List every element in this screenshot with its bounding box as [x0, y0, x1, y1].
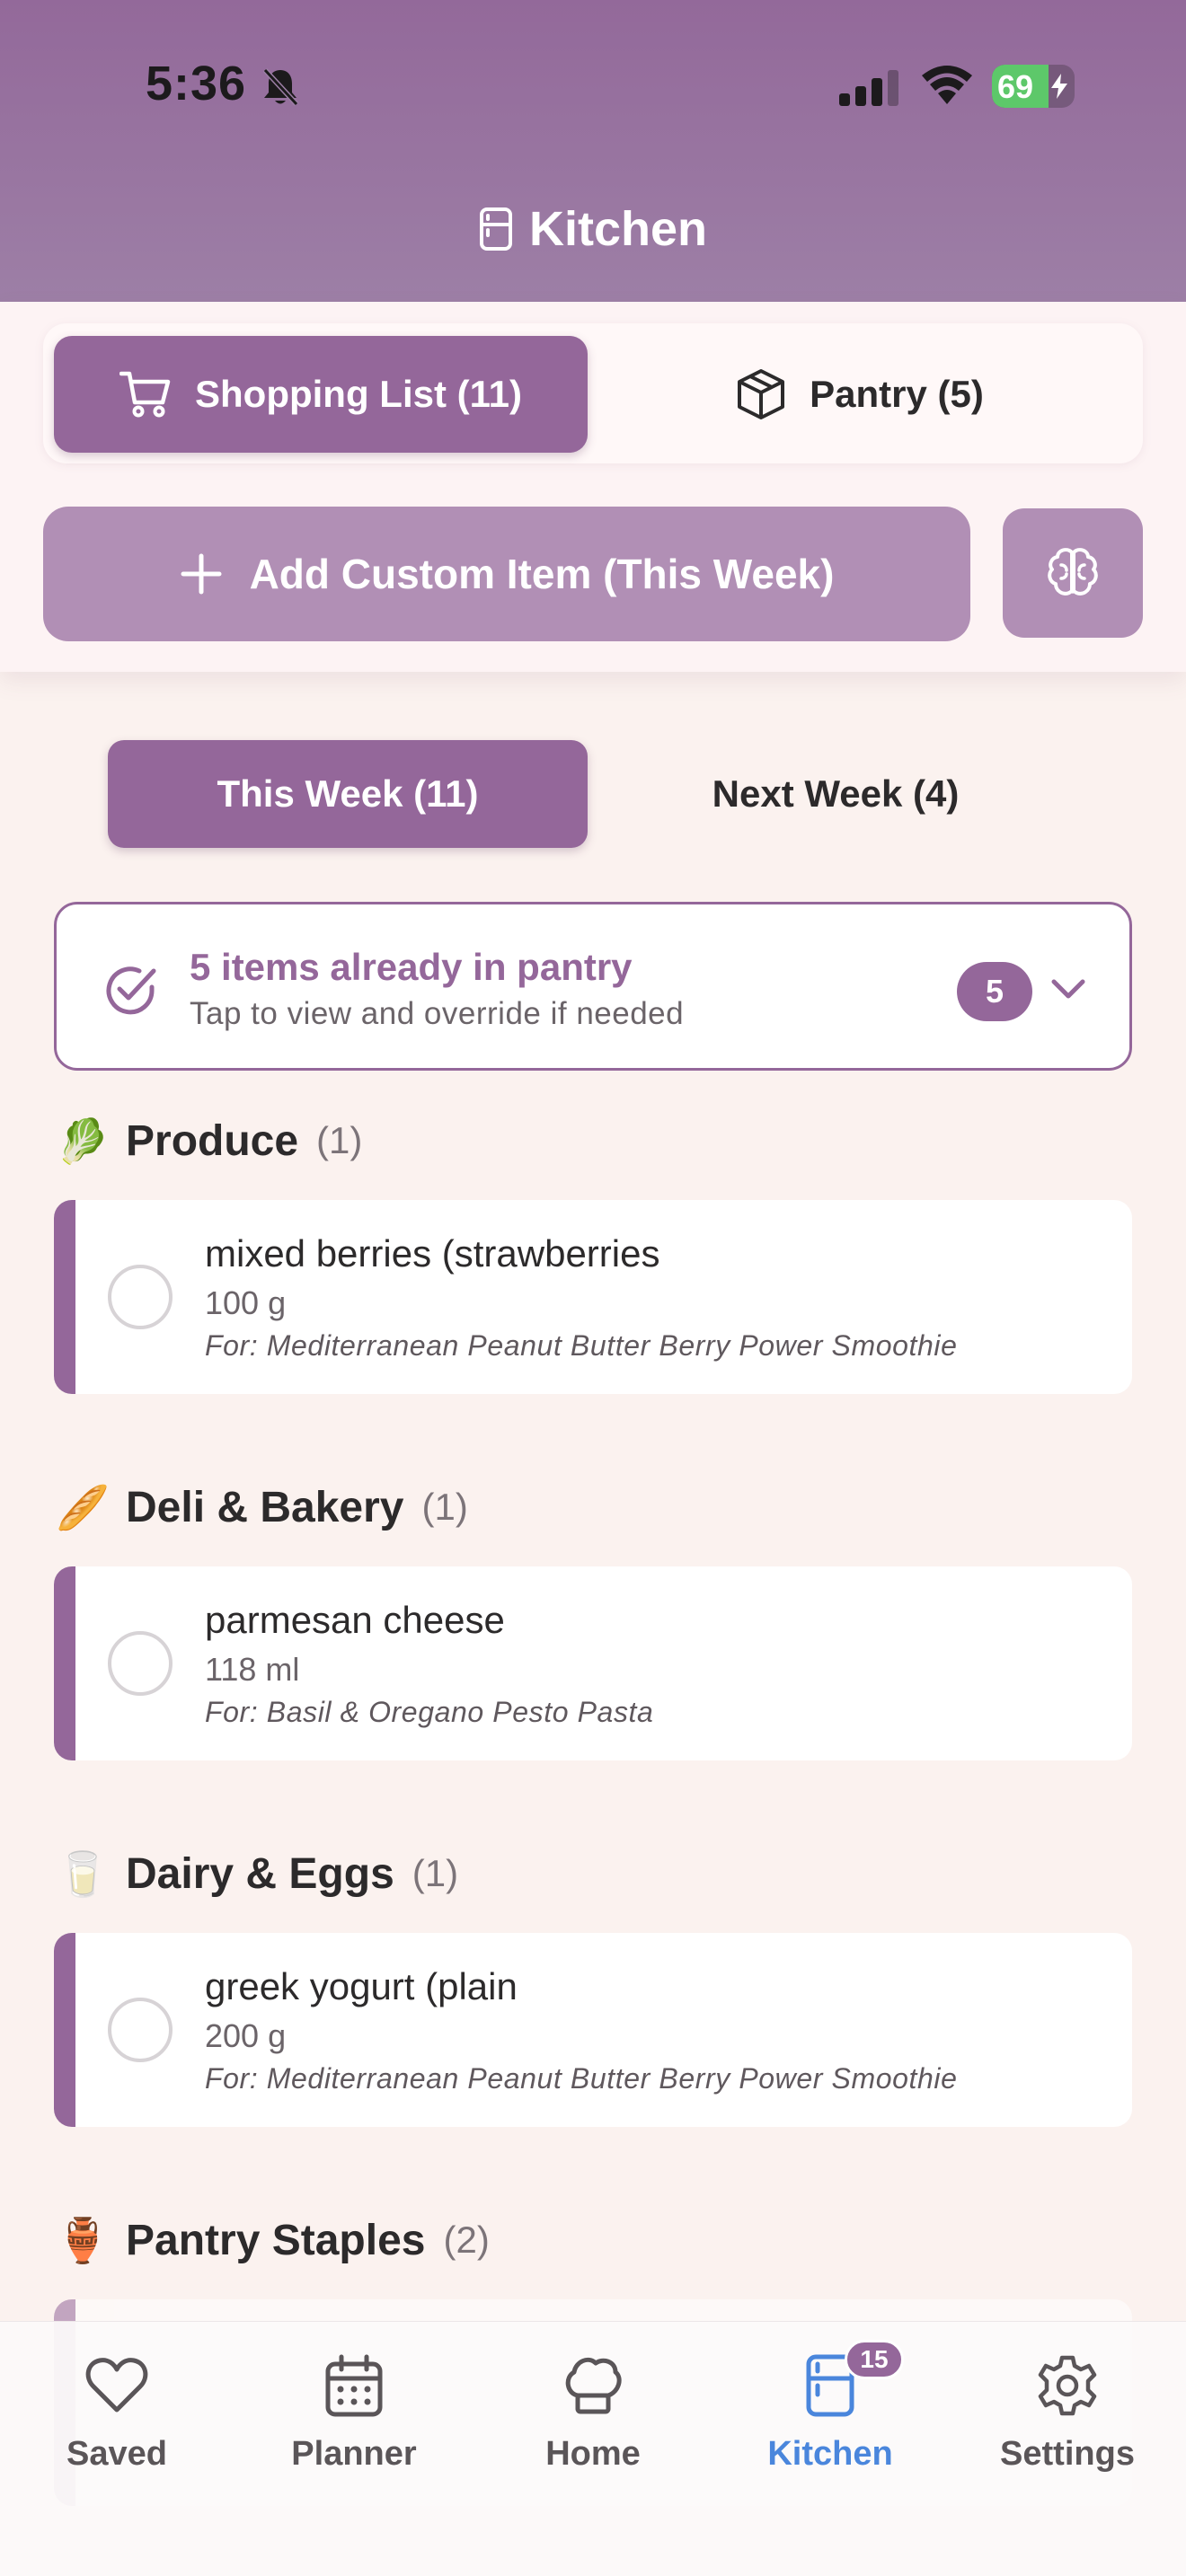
amphora-icon: 🏺 — [56, 2217, 110, 2265]
item-quantity: 200 g — [205, 2017, 287, 2054]
add-custom-item-button[interactable]: Add Custom Item (This Week) — [43, 507, 970, 641]
category-header-produce: 🥬 Produce (1) — [54, 1105, 362, 1177]
category-count: (1) — [421, 1486, 468, 1528]
chevron-down-icon[interactable] — [1050, 976, 1086, 1001]
plus-icon — [181, 553, 222, 595]
tab-planner[interactable]: Planner — [255, 2345, 453, 2480]
tab-settings-label: Settings — [1000, 2435, 1135, 2473]
tab-pantry[interactable]: Pantry (5) — [588, 336, 1132, 453]
chef-hat-icon — [565, 2357, 622, 2414]
add-custom-item-label: Add Custom Item (This Week) — [249, 551, 835, 597]
tab-saved-label: Saved — [66, 2435, 167, 2473]
view-segmented-control: Shopping List (11) Pantry (5) — [43, 323, 1143, 463]
app-header: 5:36 69 Kitchen — [0, 0, 1186, 302]
item-quantity: 118 ml — [205, 1651, 300, 1688]
category-color-bar — [54, 1566, 75, 1760]
milk-icon: 🥛 — [56, 1850, 110, 1899]
shopping-list-label: Shopping List (11) — [195, 373, 522, 415]
item-name: mixed berries (strawberries — [205, 1232, 660, 1275]
pantry-banner-title: 5 items already in pantry — [190, 946, 633, 988]
heart-icon — [85, 2358, 148, 2413]
item-name: greek yogurt (plain — [205, 1965, 518, 2007]
pantry-label: Pantry (5) — [810, 373, 984, 415]
tab-kitchen[interactable]: 15 Kitchen — [731, 2340, 929, 2480]
tab-shopping-list[interactable]: Shopping List (11) — [54, 336, 588, 453]
list-item[interactable]: greek yogurt (plain 200 g For: Mediterra… — [54, 1933, 1132, 2127]
item-recipe: For: Basil & Oregano Pesto Pasta — [205, 1696, 654, 1728]
item-checkbox[interactable] — [108, 1265, 173, 1329]
box-icon — [738, 369, 785, 419]
item-recipe: For: Mediterranean Peanut Butter Berry P… — [205, 1329, 958, 1362]
category-count: (1) — [316, 1119, 363, 1161]
kitchen-controls: Shopping List (11) Pantry (5) Add Custom… — [0, 302, 1186, 672]
check-circle-icon — [106, 966, 156, 1015]
bell-muted-icon — [262, 67, 299, 107]
status-bar: 5:36 69 — [0, 0, 1186, 176]
bread-icon: 🥖 — [56, 1484, 110, 1532]
list-item[interactable]: mixed berries (strawberries 100 g For: M… — [54, 1200, 1132, 1394]
category-header-pantry-staples: 🏺 Pantry Staples (2) — [54, 2204, 490, 2276]
charging-bolt-icon — [1051, 74, 1067, 99]
category-count: (2) — [443, 2219, 490, 2261]
category-name: Pantry Staples — [126, 2216, 426, 2264]
tab-planner-label: Planner — [291, 2435, 417, 2473]
battery-indicator: 69 — [992, 65, 1075, 108]
page-title-text: Kitchen — [528, 202, 708, 256]
pantry-banner-subtitle: Tap to view and override if needed — [190, 996, 685, 1031]
tab-home[interactable]: Home — [494, 2345, 692, 2480]
item-name: parmesan cheese — [205, 1599, 505, 1641]
calendar-icon — [325, 2354, 383, 2417]
brain-icon — [1048, 548, 1098, 595]
item-checkbox[interactable] — [108, 1631, 173, 1696]
tab-settings[interactable]: Settings — [969, 2345, 1166, 2480]
wifi-icon — [922, 66, 972, 104]
pantry-items-banner[interactable]: 5 items already in pantry Tap to view an… — [54, 902, 1132, 1071]
bottom-tab-bar: Saved Planner Home 15 Kitchen Settings — [0, 2321, 1186, 2576]
battery-percent: 69 — [997, 68, 1034, 105]
pantry-count-badge: 5 — [957, 962, 1032, 1021]
item-recipe: For: Mediterranean Peanut Butter Berry P… — [205, 2062, 958, 2095]
ai-suggest-button[interactable] — [1003, 508, 1143, 638]
tab-kitchen-label: Kitchen — [767, 2435, 893, 2473]
kitchen-count-badge: 15 — [845, 2340, 904, 2379]
cellular-signal-icon — [839, 70, 898, 106]
tab-home-label: Home — [545, 2435, 641, 2473]
tab-saved[interactable]: Saved — [18, 2345, 216, 2480]
item-checkbox[interactable] — [108, 1998, 173, 2062]
item-quantity: 100 g — [205, 1284, 287, 1321]
category-count: (1) — [412, 1852, 459, 1894]
fridge-icon — [479, 207, 512, 251]
category-name: Deli & Bakery — [126, 1483, 404, 1531]
category-header-dairy-eggs: 🥛 Dairy & Eggs (1) — [54, 1838, 458, 1910]
status-time: 5:36 — [146, 57, 247, 110]
category-name: Dairy & Eggs — [126, 1849, 394, 1898]
produce-icon: 🥬 — [56, 1117, 110, 1166]
page-title: Kitchen — [0, 199, 1186, 259]
tab-this-week[interactable]: This Week (11) — [108, 740, 588, 848]
category-color-bar — [54, 1933, 75, 2127]
category-name: Produce — [126, 1116, 299, 1165]
gear-icon — [1038, 2355, 1097, 2416]
tab-next-week[interactable]: Next Week (4) — [629, 740, 1042, 848]
category-header-deli-bakery: 🥖 Deli & Bakery (1) — [54, 1471, 468, 1543]
list-item[interactable]: parmesan cheese 118 ml For: Basil & Oreg… — [54, 1566, 1132, 1760]
category-color-bar — [54, 1200, 75, 1394]
cart-icon — [119, 371, 171, 418]
